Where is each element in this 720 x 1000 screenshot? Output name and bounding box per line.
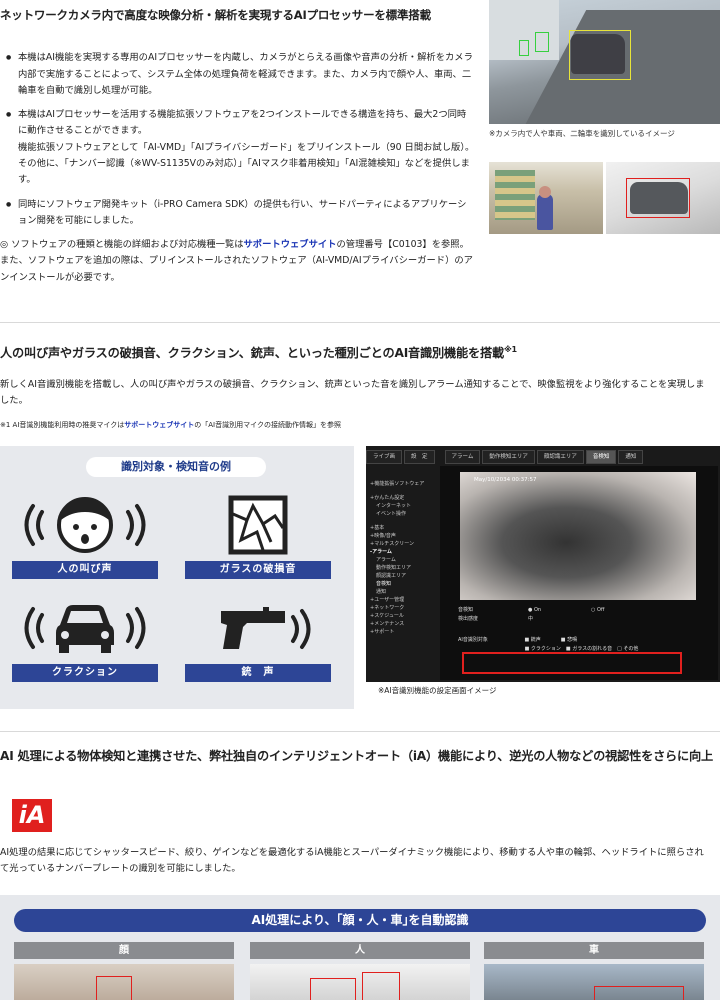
settings-row[interactable]: AI音識別対象 ■ 銃声 ■ 悲鳴 bbox=[458, 636, 714, 645]
sidebar-item[interactable]: +スケジュール bbox=[370, 612, 432, 620]
sidebar-item[interactable]: 音検知 bbox=[370, 580, 432, 588]
section-intelligent-auto: AI 処理による物体検知と連携させた、弊社独自のインテリジェントオート（iA）機… bbox=[0, 731, 720, 767]
highlight-box bbox=[462, 652, 682, 674]
camera-live-view: May/10/2034 00:37:57 bbox=[460, 472, 696, 600]
recognition-vehicle: 車 bbox=[484, 942, 704, 1000]
car-horn-icon bbox=[12, 592, 158, 664]
section1-text: ネットワークカメラ内で高度な映像分析・解析を実現するAIプロセッサーを標準搭載 … bbox=[0, 0, 475, 286]
section3-title: AI 処理による物体検知と連携させた、弊社独自のインテリジェントオート（iA）機… bbox=[0, 749, 714, 763]
sidebar-item[interactable]: +かんたん設定 bbox=[370, 494, 432, 502]
bullet-item: 本機はAIプロセッサーを活用する機能拡張ソフトウェアを2つインストールできる構造… bbox=[6, 107, 475, 188]
bullet-item: 本機はAI機能を実現する専用のAIプロセッサーを内蔵し、カメラがとらえる画像や音… bbox=[6, 50, 475, 99]
sound-label: 銃 声 bbox=[185, 664, 331, 682]
settings-sidebar: +機能拡張ソフトウェア +かんたん設定 インターネット イベント操作 +基本 +… bbox=[366, 470, 436, 682]
tab-motion-area[interactable]: 動作検知エリア bbox=[482, 450, 535, 464]
section3-text: AI処理の結果に応じてシャッタースピード、絞り、ゲインなどを最適化するiA機能と… bbox=[0, 847, 704, 875]
gunshot-icon bbox=[185, 592, 331, 664]
vehicle-detection-box bbox=[569, 30, 631, 80]
broken-glass-icon bbox=[185, 489, 331, 561]
sidebar-item[interactable]: インターネット bbox=[370, 502, 432, 510]
sound-settings-screenshot: ライブ画 設 定 アラーム 動作検知エリア 顔認識エリア 音検知 通知 +機能拡… bbox=[366, 446, 720, 682]
sidebar-item[interactable]: 通知 bbox=[370, 588, 432, 596]
sound-examples-panel: 識別対象・検知音の例 人の叫び声 ガラスの破損音 クラクション 銃 声 bbox=[0, 446, 354, 709]
sidebar-item[interactable]: -アラーム bbox=[370, 548, 432, 556]
sound-example-scream: 人の叫び声 bbox=[12, 489, 158, 579]
column-label: 車 bbox=[484, 942, 704, 959]
settings-row[interactable]: 音検知 ● On ○ Off bbox=[458, 606, 714, 615]
settings-caption: ※AI音識別機能の設定画面イメージ bbox=[378, 686, 497, 695]
vehicle-detection-photo bbox=[606, 162, 720, 234]
person-recognition-photo bbox=[250, 964, 470, 1000]
store-privacy-photo bbox=[489, 162, 603, 234]
section-divider bbox=[0, 322, 720, 323]
auto-recognition-title: AI処理により、｢顔・人・車｣を自動認識 bbox=[14, 909, 706, 932]
detection-example-photos bbox=[489, 162, 720, 234]
section-ai-processor: ネットワークカメラ内で高度な映像分析・解析を実現するAIプロセッサーを標準搭載 … bbox=[0, 0, 720, 322]
column-label: 人 bbox=[250, 942, 470, 959]
bullet-item: 同時にソフトウェア開発キット（i-PRO Camera SDK）の提供も行い、サ… bbox=[6, 197, 475, 230]
sidebar-item[interactable]: 顔認識エリア bbox=[370, 572, 432, 580]
recognition-person: 人 bbox=[250, 942, 470, 1000]
sidebar-item[interactable]: +ユーザー管理 bbox=[370, 596, 432, 604]
settings-tabs: ライブ画 設 定 アラーム 動作検知エリア 顔認識エリア 音検知 通知 bbox=[366, 450, 720, 464]
sound-example-gunshot: 銃 声 bbox=[185, 592, 331, 682]
section1-title: ネットワークカメラ内で高度な映像分析・解析を実現するAIプロセッサーを標準搭載 bbox=[0, 8, 431, 22]
sidebar-item[interactable]: イベント操作 bbox=[370, 510, 432, 518]
sidebar-item[interactable]: アラーム bbox=[370, 556, 432, 564]
photo-caption: ※カメラ内で人や車両、二輪車を識別しているイメージ bbox=[489, 129, 675, 138]
sound-label: 人の叫び声 bbox=[12, 561, 158, 579]
sidebar-item[interactable]: +ネットワーク bbox=[370, 604, 432, 612]
sound-settings-rows: 音検知 ● On ○ Off 検出感度 中 AI音識別対象 ■ 銃声 ■ 悲鳴 … bbox=[458, 606, 714, 654]
support-website-link[interactable]: サポートウェブサイト bbox=[244, 239, 337, 250]
sound-example-glass: ガラスの破損音 bbox=[185, 489, 331, 579]
sound-example-horn: クラクション bbox=[12, 592, 158, 682]
sidebar-item[interactable]: +映像/音声 bbox=[370, 532, 432, 540]
settings-main: May/10/2034 00:37:57 音検知 ● On ○ Off 検出感度… bbox=[440, 466, 718, 680]
sound-label: ガラスの破損音 bbox=[185, 561, 331, 579]
sidebar-item[interactable]: +基本 bbox=[370, 524, 432, 532]
section1-images: ※カメラ内で人や車両、二輪車を識別しているイメージ bbox=[489, 0, 720, 234]
auto-recognition-panel: AI処理により、｢顔・人・車｣を自動認識 顔 人 車 bbox=[0, 895, 720, 1000]
tab-alarm[interactable]: アラーム bbox=[444, 450, 481, 464]
ia-logo: iA bbox=[12, 799, 52, 832]
screaming-face-icon bbox=[12, 489, 158, 561]
sidebar-item[interactable]: +機能拡張ソフトウェア bbox=[370, 480, 432, 488]
column-label: 顔 bbox=[14, 942, 234, 959]
tab-face-area[interactable]: 顔認識エリア bbox=[536, 450, 584, 464]
camera-detection-photo bbox=[489, 0, 720, 124]
person-detection-box bbox=[519, 40, 529, 56]
section2-title: 人の叫び声やガラスの破損音、クラクション、銃声、といった種別ごとのAI音識別機能… bbox=[0, 345, 517, 361]
section2-footnote: ※1 AI音識別機能利用時の推奨マイクはサポートウェブサイトの「AI音識別用マイ… bbox=[0, 421, 341, 429]
support-website-link[interactable]: サポートウェブサイト bbox=[124, 421, 194, 429]
sound-examples-title: 識別対象・検知音の例 bbox=[86, 457, 266, 477]
vehicle-recognition-photo bbox=[484, 964, 704, 1000]
sidebar-item[interactable]: +メンテナンス bbox=[370, 620, 432, 628]
sidebar-item[interactable]: +マルチスクリーン bbox=[370, 540, 432, 548]
section1-note: ◎ ソフトウェアの種類と機能の詳細および対応機種一覧はサポートウェブサイトの管理… bbox=[0, 239, 473, 283]
sound-label: クラクション bbox=[12, 664, 158, 682]
video-timestamp: May/10/2034 00:37:57 bbox=[474, 477, 537, 483]
tab-notify[interactable]: 通知 bbox=[618, 450, 644, 464]
tab-live[interactable]: ライブ画 bbox=[366, 450, 403, 464]
person-detection-box bbox=[535, 32, 549, 52]
sidebar-item[interactable]: +サポート bbox=[370, 628, 432, 636]
tab-settings[interactable]: 設 定 bbox=[404, 450, 435, 464]
face-recognition-photo bbox=[14, 964, 234, 1000]
tab-sound-detect[interactable]: 音検知 bbox=[585, 450, 617, 464]
section2-text: 新しくAI音識別機能を搭載し、人の叫び声やガラスの破損音、クラクション、銃声とい… bbox=[0, 379, 705, 407]
sidebar-item[interactable]: 動作検知エリア bbox=[370, 564, 432, 572]
section1-bullet-list: 本機はAI機能を実現する専用のAIプロセッサーを内蔵し、カメラがとらえる画像や音… bbox=[0, 50, 475, 229]
recognition-face: 顔 bbox=[14, 942, 234, 1000]
settings-row[interactable]: 検出感度 中 bbox=[458, 615, 714, 624]
